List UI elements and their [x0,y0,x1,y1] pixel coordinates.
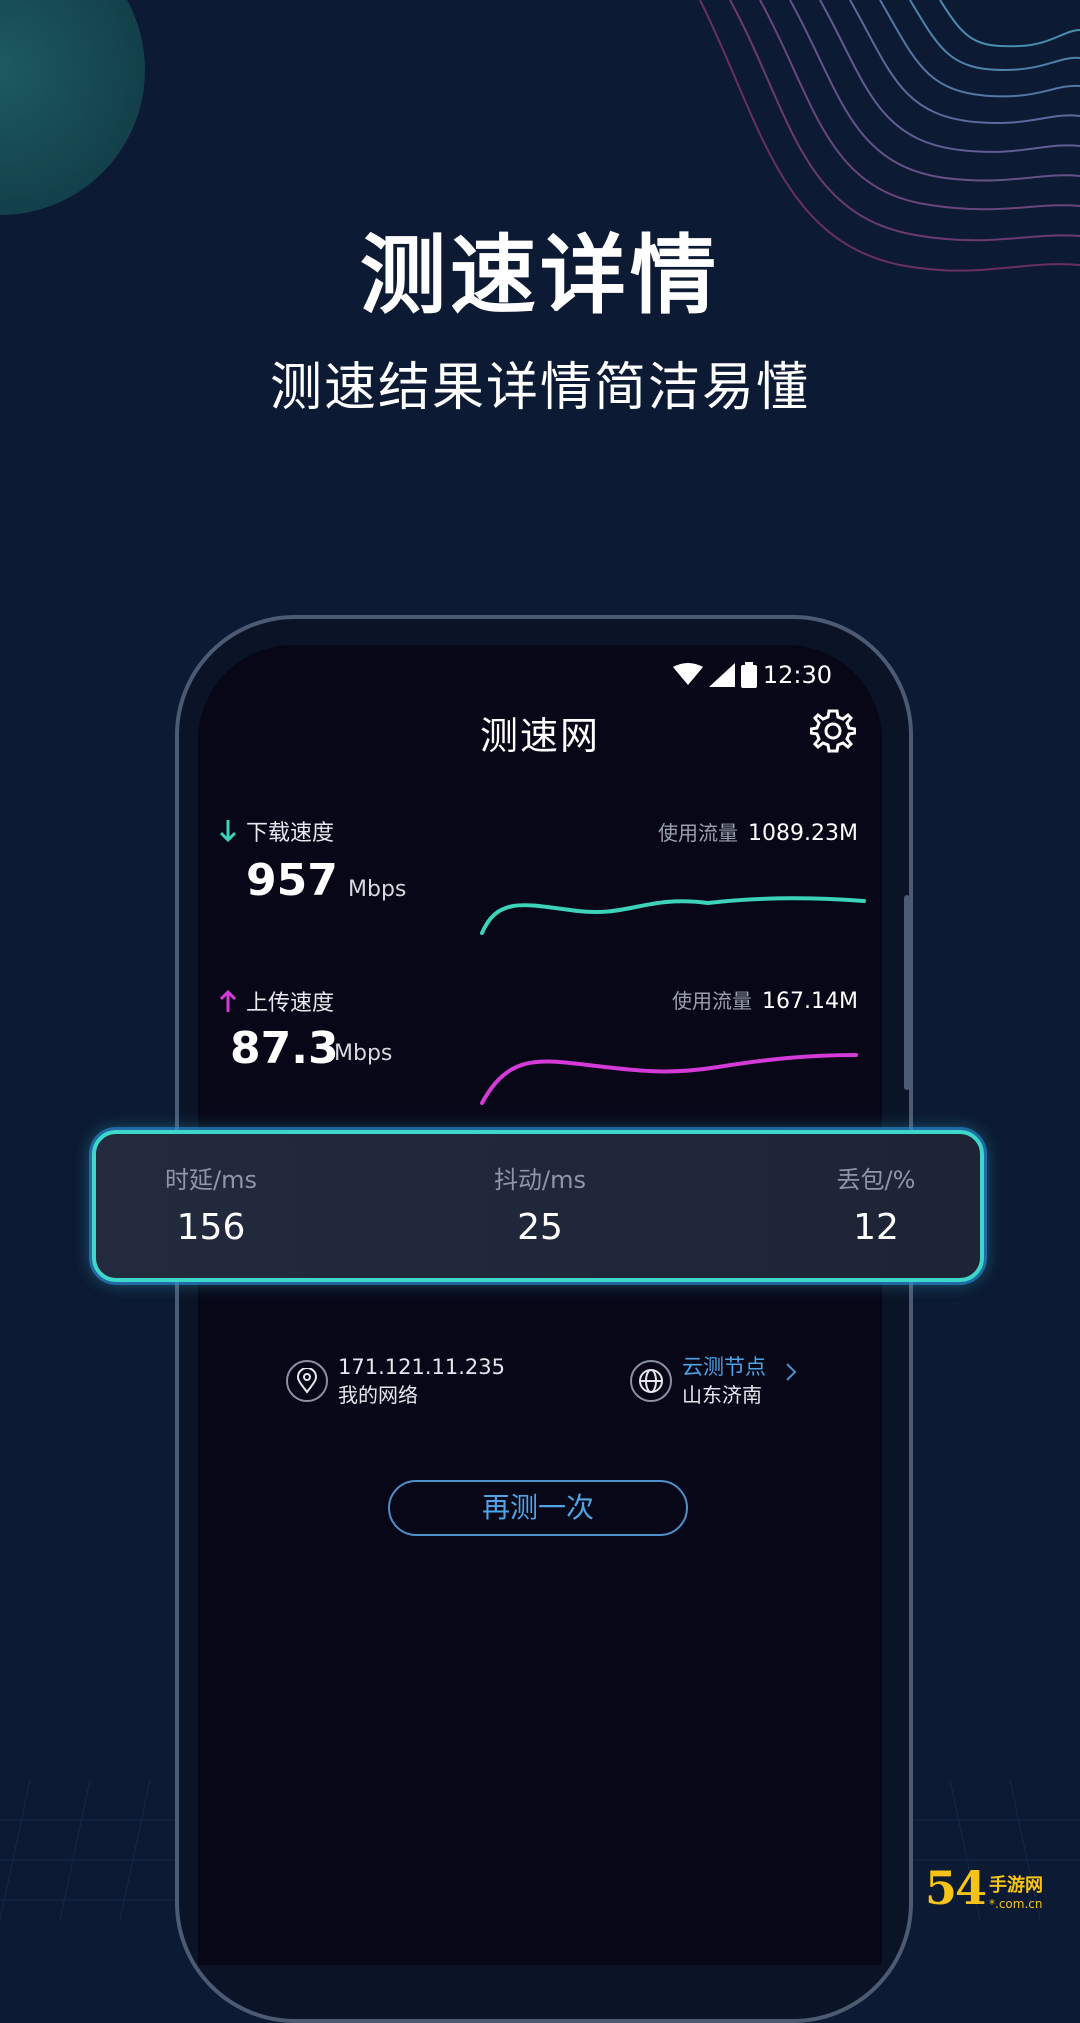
upload-usage: 使用流量 167.14M [672,985,858,1014]
test-node-selector[interactable]: 云测节点 山东济南 [630,1353,798,1409]
retest-button[interactable]: 再测一次 [388,1480,688,1536]
network-ip: 171.121.11.235 [338,1355,505,1379]
app-title: 测速网 [479,714,600,758]
watermark-number: 54 [925,1861,987,1915]
gear-icon[interactable] [810,707,856,753]
chevron-right-icon [786,1363,797,1381]
hero-title: 测速详情 [360,226,720,326]
download-label-text: 下载速度 [246,821,335,846]
watermark-domain: *.com.cn [989,1897,1043,1911]
signal-icon [708,663,735,687]
node-location: 山东济南 [682,1383,762,1407]
upload-unit: Mbps [334,1041,393,1066]
network-name: 我的网络 [338,1383,418,1407]
stat-packet-loss-value: 12 [853,1207,899,1248]
stat-latency: 时延/ms 156 [111,1160,311,1248]
stat-jitter-value: 25 [517,1207,563,1248]
network-info: 171.121.11.235 我的网络 [286,1353,505,1409]
stats-card: 时延/ms 156 抖动/ms 25 丢包/% 12 [92,1130,984,1282]
stat-latency-value: 156 [176,1207,246,1248]
stat-jitter-label: 抖动/ms [494,1166,586,1194]
download-unit: Mbps [348,877,407,902]
download-usage: 使用流量 1089.23M [658,817,858,846]
arrow-up-icon [220,990,236,1012]
stat-latency-label: 时延/ms [165,1166,257,1194]
phone-screen: 12:30 测速网 下载速度 957 Mbps 使用流量 1089.23M 上传… [198,645,882,1965]
download-curve [480,896,866,935]
globe-icon [630,1360,672,1402]
upload-usage-label: 使用流量 [672,989,753,1013]
upload-usage-value: 167.14M [762,989,858,1014]
watermark-logo: 54 手游网 *.com.cn [925,1855,1075,1915]
download-usage-label: 使用流量 [658,821,739,845]
watermark-brand: 手游网 [989,1875,1044,1896]
upload-label-text: 上传速度 [246,991,335,1016]
download-value: 957 [246,855,338,906]
wifi-icon [672,663,703,685]
stat-jitter: 抖动/ms 25 [440,1160,640,1248]
upload-label: 上传速度 [220,985,334,1017]
status-bar: 12:30 [672,655,832,695]
battery-icon [740,662,757,688]
corner-blob-shape [0,0,145,215]
node-label: 云测节点 [682,1355,766,1379]
hero-subtitle: 测速结果详情简洁易懂 [269,358,810,418]
upload-curve [480,1053,858,1105]
arrow-down-icon [220,820,236,842]
download-usage-value: 1089.23M [748,821,858,846]
location-pin-icon [286,1360,328,1402]
status-time: 12:30 [762,661,832,689]
stat-packet-loss: 丢包/% 12 [776,1160,976,1248]
upload-value: 87.3 [230,1023,339,1074]
stat-packet-loss-label: 丢包/% [836,1166,916,1194]
download-label: 下载速度 [220,815,334,847]
phone-side-button [904,895,910,1090]
